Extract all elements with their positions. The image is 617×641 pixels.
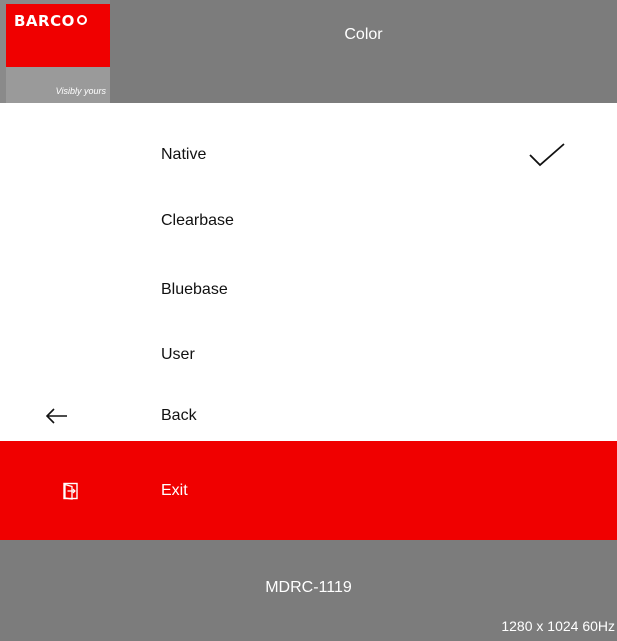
logo-tagline: Visibly yours — [55, 86, 106, 96]
menu-item-label: Native — [161, 146, 207, 163]
menu-item-native[interactable]: Native — [0, 122, 617, 188]
menu-item-label: Bluebase — [161, 281, 228, 298]
footer-bar: MDRC-1119 1280 x 1024 60Hz — [0, 540, 617, 641]
resolution-info: 1280 x 1024 60Hz — [501, 618, 615, 634]
menu-item-label: Back — [161, 407, 197, 424]
menu-item-user[interactable]: User — [0, 322, 617, 388]
menu-item-label: Exit — [161, 481, 188, 499]
exit-door-icon — [63, 482, 78, 500]
menu-item-exit[interactable]: Exit — [0, 441, 617, 540]
menu-item-label: User — [161, 346, 195, 363]
menu-item-clearbase[interactable]: Clearbase — [0, 188, 617, 254]
menu-item-bluebase[interactable]: Bluebase — [0, 257, 617, 323]
page-title: Color — [344, 26, 383, 43]
checkmark-icon — [529, 143, 565, 167]
menu-item-back[interactable]: Back — [0, 391, 617, 441]
model-name: MDRC-1119 — [265, 579, 352, 596]
barco-logo: BARCO Visibly yours — [0, 0, 110, 103]
menu-item-label: Clearbase — [161, 212, 234, 229]
header-bar: BARCO Visibly yours Color — [0, 0, 617, 103]
arrow-left-icon — [46, 408, 67, 424]
logo-brand: BARCO — [14, 12, 87, 30]
